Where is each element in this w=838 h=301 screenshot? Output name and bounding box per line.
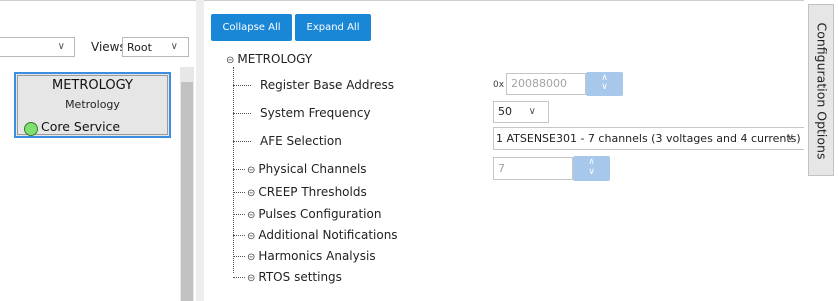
configuration-options-tab-label: Configuration Options xyxy=(814,22,830,160)
tree-node-physical-channels[interactable]: ⊝ Physical Channels xyxy=(247,162,367,176)
tree-node-harmonics-analysis[interactable]: ⊝ Harmonics Analysis xyxy=(247,249,376,263)
tree-connector xyxy=(233,235,245,236)
physical-channels-input[interactable]: 7 xyxy=(493,157,573,180)
expand-toggle-icon[interactable]: ⊝ xyxy=(247,252,255,263)
system-frequency-value: 50 xyxy=(498,105,512,118)
system-frequency-label: System Frequency xyxy=(260,106,371,120)
chevron-down-icon: ∨ xyxy=(57,41,65,52)
views-select[interactable]: Root ∨ xyxy=(122,37,189,57)
register-base-address-spinner[interactable]: ∧ ∨ xyxy=(586,72,623,96)
component-title: METROLOGY xyxy=(51,78,133,93)
chevron-down-icon[interactable]: ∨ xyxy=(586,82,623,92)
afe-selection-label: AFE Selection xyxy=(260,134,342,148)
tree-node-rtos-settings[interactable]: ⊝ RTOS settings xyxy=(247,270,342,284)
expand-toggle-icon[interactable]: ⊝ xyxy=(247,231,255,242)
expand-all-button[interactable]: Expand All xyxy=(295,14,371,41)
afe-selection-value: 1 ATSENSE301 - 7 channels (3 voltages an… xyxy=(496,132,801,145)
expand-toggle-icon[interactable]: ⊝ xyxy=(247,210,255,221)
afe-selection-select[interactable]: 1 ATSENSE301 - 7 channels (3 voltages an… xyxy=(493,127,805,150)
collapse-all-button[interactable]: Collapse All xyxy=(211,14,292,41)
chevron-down-icon: ∨ xyxy=(786,132,794,143)
project-graph-pane: ∨ Views: Root ∨ METROLOGY Metrology Core… xyxy=(0,0,196,301)
harmonics-analysis-label: Harmonics Analysis xyxy=(258,249,376,263)
tree-connector xyxy=(233,113,251,114)
expand-toggle-icon[interactable]: ⊝ xyxy=(247,273,255,284)
tree-connector xyxy=(233,169,245,170)
tree-node-creep-thresholds[interactable]: ⊝ CREEP Thresholds xyxy=(247,185,367,199)
scrollbar-thumb[interactable] xyxy=(181,82,193,301)
tree-connector xyxy=(233,192,245,193)
component-subtitle: Metrology xyxy=(65,98,120,111)
graph-root-select[interactable]: ∨ xyxy=(0,37,75,57)
collapse-toggle-icon[interactable]: ⊝ xyxy=(226,55,234,66)
chevron-down-icon[interactable]: ∨ xyxy=(573,167,610,177)
tree-node-pulses-configuration[interactable]: ⊝ Pulses Configuration xyxy=(247,207,381,221)
tree-root-label: METROLOGY xyxy=(237,52,313,66)
configuration-panel: Collapse All Expand All ⊝ METROLOGY Regis… xyxy=(204,0,805,301)
pane-border xyxy=(0,0,196,1)
tree-connector xyxy=(233,214,245,215)
tree-node-additional-notifications[interactable]: ⊝ Additional Notifications xyxy=(247,228,398,242)
physical-channels-label: Physical Channels xyxy=(258,162,367,176)
system-frequency-select[interactable]: 50 ∨ xyxy=(493,101,549,123)
metrology-component-card[interactable]: METROLOGY Metrology Core Service xyxy=(14,72,171,138)
pulses-configuration-label: Pulses Configuration xyxy=(258,207,382,221)
register-base-address-input[interactable]: 20088000 xyxy=(506,73,586,95)
physical-channels-spinner[interactable]: ∧ ∨ xyxy=(573,156,610,181)
rtos-settings-label: RTOS settings xyxy=(258,270,342,284)
tree-connector xyxy=(233,141,251,142)
configuration-options-tab[interactable]: Configuration Options xyxy=(808,4,834,176)
additional-notifications-label: Additional Notifications xyxy=(258,228,398,242)
status-dot-icon xyxy=(24,122,38,136)
chevron-up-icon[interactable]: ∧ xyxy=(573,157,610,167)
tree-connector xyxy=(233,85,251,86)
chevron-down-icon: ∨ xyxy=(528,106,536,117)
register-base-address-label: Register Base Address xyxy=(260,78,395,92)
tree-connector xyxy=(233,256,245,257)
pane-splitter[interactable] xyxy=(196,0,204,301)
expand-toggle-icon[interactable]: ⊝ xyxy=(247,188,255,199)
views-select-value: Root xyxy=(127,41,152,54)
tree-root-metrology[interactable]: ⊝ METROLOGY xyxy=(226,52,312,66)
expand-toggle-icon[interactable]: ⊝ xyxy=(247,165,255,176)
chevron-down-icon: ∨ xyxy=(170,41,178,52)
component-status-label: Core Service xyxy=(41,119,121,134)
hex-prefix-label: 0x xyxy=(493,80,505,90)
creep-thresholds-label: CREEP Thresholds xyxy=(258,185,367,199)
tree-connector xyxy=(233,67,234,273)
tree-connector xyxy=(233,277,245,278)
